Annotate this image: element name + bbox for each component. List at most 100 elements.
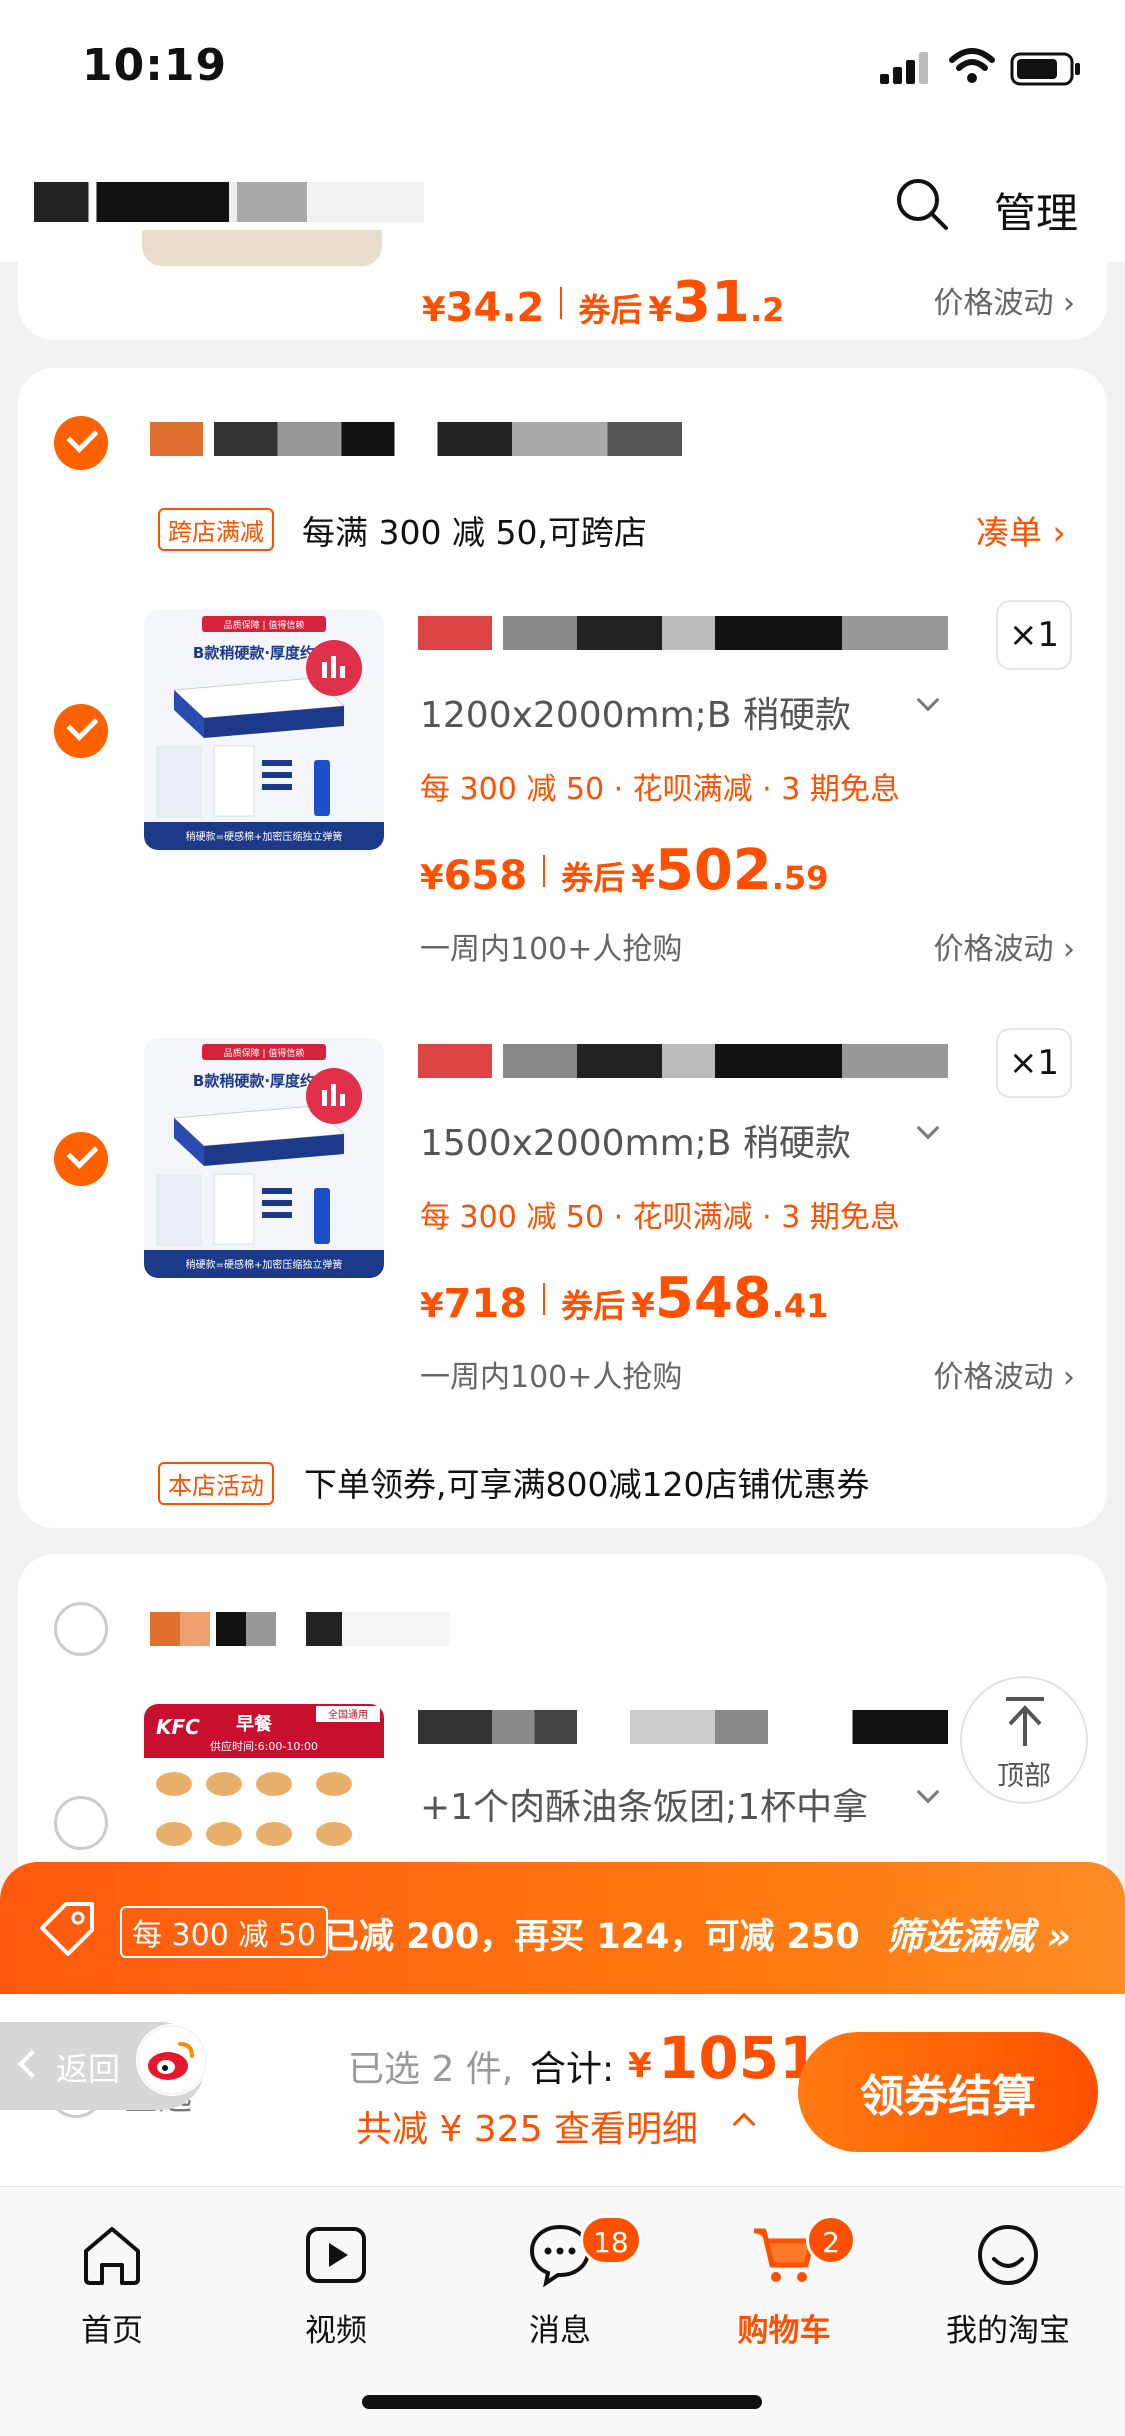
svg-text:B款稍硬款·厚度约: B款稍硬款·厚度约 bbox=[193, 644, 315, 662]
svg-text:供应时间:6:00-10:00: 供应时间:6:00-10:00 bbox=[210, 1739, 318, 1753]
after-coupon-label: 券后 bbox=[578, 291, 643, 329]
price-tag-icon bbox=[40, 1902, 94, 1956]
view-details-link[interactable]: 共减 ¥ 325 查看明细 bbox=[356, 2100, 698, 2152]
tab-my-taobao[interactable]: 我的淘宝 bbox=[918, 2205, 1098, 2365]
cart-count-badge: 2 bbox=[806, 2215, 856, 2265]
home-indicator bbox=[362, 2395, 762, 2409]
after-coupon-price: 548 bbox=[654, 1266, 772, 1331]
tab-home[interactable]: 首页 bbox=[22, 2205, 202, 2365]
tab-label: 消息 bbox=[529, 2313, 591, 2349]
price-row: ¥ 718 券后 ¥ 548 .41 bbox=[420, 1266, 829, 1331]
svg-text:品质保障 | 值得信赖: 品质保障 | 值得信赖 bbox=[224, 619, 305, 631]
svg-text:早餐: 早餐 bbox=[236, 1713, 273, 1735]
product-image[interactable]: 品质保障 | 值得信赖 B款稍硬款·厚度约 稍硬款=硬感棉+加密压缩独立弹簧 bbox=[144, 610, 384, 850]
coudan-link[interactable]: 凑单 › bbox=[976, 506, 1066, 554]
price: 658 bbox=[443, 853, 528, 899]
sku-selector[interactable]: 1200x2000mm;B 稍硬款 bbox=[420, 686, 851, 738]
svg-text:稍硬款=硬感棉+加密压缩独立弹簧: 稍硬款=硬感棉+加密压缩独立弹簧 bbox=[186, 830, 343, 843]
redacted-store-name[interactable] bbox=[150, 1612, 450, 1646]
promo-text: 每满 300 减 50,可跨店 bbox=[302, 513, 647, 552]
price-fluctuation-link[interactable]: 价格波动 › bbox=[933, 1352, 1075, 1396]
svg-text:品质保障 | 值得信赖: 品质保障 | 值得信赖 bbox=[224, 1047, 305, 1059]
back-to-top-button[interactable]: 顶部 bbox=[960, 1676, 1088, 1804]
home-icon bbox=[84, 2227, 140, 2285]
status-time: 10:19 bbox=[82, 40, 228, 91]
search-icon[interactable] bbox=[894, 176, 950, 232]
svg-text:稍硬款=硬感棉+加密压缩独立弹簧: 稍硬款=硬感棉+加密压缩独立弹簧 bbox=[186, 1258, 343, 1271]
item-checkbox[interactable] bbox=[54, 1132, 108, 1186]
chevron-down-icon[interactable] bbox=[916, 1780, 940, 1804]
price-fluctuation-link[interactable]: 价格波动 › bbox=[933, 278, 1075, 322]
profile-icon bbox=[978, 2225, 1038, 2285]
total-currency: ¥ bbox=[628, 2046, 652, 2086]
chevron-left-icon bbox=[17, 2049, 47, 2079]
chevron-up-icon[interactable] bbox=[732, 2112, 756, 2136]
chevron-down-icon[interactable] bbox=[916, 1116, 940, 1140]
product-image[interactable] bbox=[142, 230, 382, 266]
store-checkbox[interactable] bbox=[54, 1602, 108, 1656]
redacted-address bbox=[34, 182, 424, 222]
after-coupon-price: 31 bbox=[672, 270, 750, 335]
store-activity-tag: 本店活动 bbox=[158, 1462, 274, 1505]
cart-store-card: 跨店满减 每满 300 减 50,可跨店 凑单 › 品质保障 | 值得信赖 B款… bbox=[18, 368, 1107, 1528]
item-checkbox[interactable] bbox=[54, 704, 108, 758]
back-label: 返回 bbox=[56, 2050, 121, 2088]
after-coupon-decimal: .41 bbox=[771, 1287, 829, 1325]
after-coupon-price: 502 bbox=[654, 838, 772, 903]
svg-text:B款稍硬款·厚度约: B款稍硬款·厚度约 bbox=[193, 1072, 315, 1090]
after-coupon-label: 券后 bbox=[561, 859, 626, 897]
wifi-icon bbox=[949, 48, 995, 83]
benefit-text: 每 300 减 50 · 花呗满减 · 3 期免息 bbox=[420, 1200, 900, 1235]
status-bar: 10:19 bbox=[0, 0, 1125, 140]
mattress-product-icon: 品质保障 | 值得信赖 B款稍硬款·厚度约 稍硬款=硬感棉+加密压缩独立弹簧 bbox=[144, 610, 384, 850]
cellular-signal-icon bbox=[880, 52, 928, 84]
tab-cart[interactable]: 购物车 2 bbox=[694, 2205, 874, 2365]
promo-banner[interactable]: 每 300 减 50 已减 200，再买 124，可减 250 筛选满减 » bbox=[0, 1862, 1125, 1994]
filter-discount-link[interactable]: 筛选满减 » bbox=[886, 1906, 1071, 1960]
price-fluctuation-link[interactable]: 价格波动 › bbox=[933, 924, 1075, 968]
popularity-text: 一周内100+人抢购 bbox=[420, 932, 683, 967]
popularity-text: 一周内100+人抢购 bbox=[420, 1360, 683, 1395]
sku-selector[interactable]: +1个肉酥油条饭团;1杯中拿 bbox=[420, 1778, 868, 1830]
redacted-store-name[interactable] bbox=[150, 422, 682, 456]
quantity-stepper[interactable]: ×1 bbox=[996, 600, 1072, 670]
svg-text:全国通用: 全国通用 bbox=[328, 1708, 368, 1721]
price-row: ¥ 658 券后 ¥ 502 .59 bbox=[420, 838, 829, 903]
redacted-product-title[interactable] bbox=[418, 616, 948, 650]
quantity-stepper[interactable]: ×1 bbox=[996, 1028, 1072, 1098]
video-icon bbox=[306, 2227, 366, 2283]
tab-video[interactable]: 视频 bbox=[246, 2205, 426, 2365]
back-to-top-label: 顶部 bbox=[997, 1761, 1051, 1792]
total-label: 合计: bbox=[530, 2049, 615, 2090]
price: 34.2 bbox=[445, 285, 545, 331]
product-image[interactable]: 品质保障 | 值得信赖 B款稍硬款·厚度约 稍硬款=硬感棉+加密压缩独立弹簧 bbox=[144, 1038, 384, 1278]
selected-count: 已选 2 件, bbox=[348, 2049, 514, 2090]
mattress-product-icon: 品质保障 | 值得信赖 B款稍硬款·厚度约 稍硬款=硬感棉+加密压缩独立弹簧 bbox=[144, 1038, 384, 1278]
redacted-product-title[interactable] bbox=[418, 1710, 948, 1744]
price: 718 bbox=[443, 1281, 528, 1327]
tab-label: 购物车 bbox=[737, 2313, 831, 2349]
store-activity-text[interactable]: 下单领券,可享满800减120店铺优惠券 bbox=[304, 1458, 869, 1506]
battery-icon bbox=[1010, 52, 1080, 86]
checkout-bar: 全选 返回 已选 2 件, 合计: ¥ 1051 共减 ¥ 325 查看明细 领… bbox=[0, 1994, 1125, 2186]
benefit-text: 每 300 减 50 · 花呗满减 · 3 期免息 bbox=[420, 772, 900, 807]
cross-store-promo-tag: 跨店满减 bbox=[158, 508, 274, 551]
after-coupon-decimal: .59 bbox=[771, 859, 829, 897]
after-coupon-decimal: .2 bbox=[750, 291, 785, 329]
cart-store-card: ¥ 34.2 券后 ¥ 31 .2 价格波动 › bbox=[18, 230, 1107, 340]
price-row: ¥ 34.2 券后 ¥ 31 .2 bbox=[422, 270, 785, 335]
promo-progress-text: 已减 200，再买 124，可减 250 bbox=[324, 1917, 860, 1957]
tab-messages[interactable]: 消息 18 bbox=[470, 2205, 650, 2365]
item-checkbox[interactable] bbox=[54, 1796, 108, 1850]
store-checkbox[interactable] bbox=[54, 416, 108, 470]
sku-selector[interactable]: 1500x2000mm;B 稍硬款 bbox=[420, 1114, 851, 1166]
promo-tag: 每 300 减 50 bbox=[120, 1906, 329, 1958]
checkout-button[interactable]: 领券结算 bbox=[798, 2032, 1098, 2152]
arrow-up-icon bbox=[1006, 1697, 1044, 1746]
weibo-icon[interactable] bbox=[136, 2024, 208, 2096]
chevron-down-icon[interactable] bbox=[916, 688, 940, 712]
total-amount: 1051 bbox=[658, 2024, 820, 2092]
redacted-product-title[interactable] bbox=[418, 1044, 948, 1078]
tab-label: 我的淘宝 bbox=[946, 2313, 1070, 2349]
unread-badge: 18 bbox=[580, 2215, 642, 2265]
